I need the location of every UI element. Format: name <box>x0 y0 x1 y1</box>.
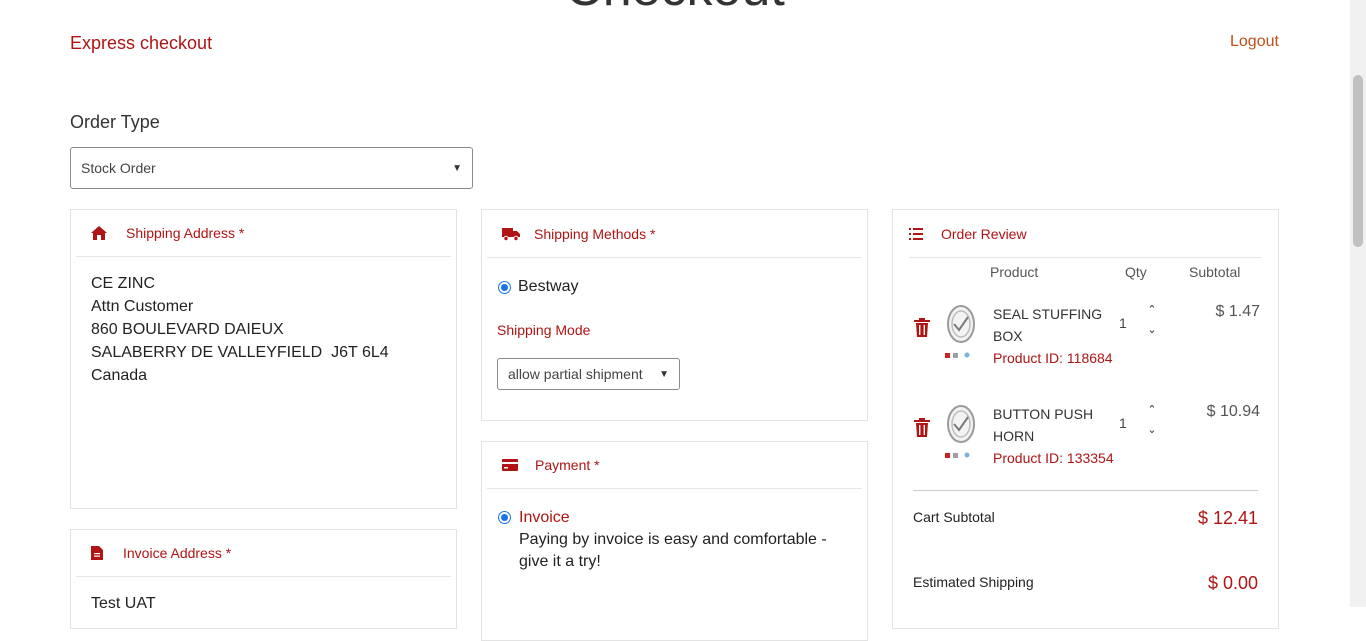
trash-icon[interactable] <box>914 318 930 338</box>
home-icon <box>91 225 109 241</box>
chevron-down-icon[interactable]: ⌄ <box>1146 323 1158 336</box>
payment-card: Payment * Invoice Paying by invoice is e… <box>481 441 868 641</box>
quantity-value: 1 <box>1119 315 1127 331</box>
shipping-option-bestway[interactable]: Bestway <box>498 278 578 296</box>
invoice-address-header: Invoice Address * <box>76 530 451 577</box>
column-header-product: Product <box>990 264 1039 280</box>
address-line: Attn Customer <box>91 298 194 315</box>
shipping-address-lines: CE ZINC Attn Customer 860 BOULEVARD DAIE… <box>91 272 389 387</box>
shipping-address-header: Shipping Address * <box>76 210 451 257</box>
list-icon <box>909 228 923 240</box>
list-item: BUTTON PUSH HORN Product ID: 133354 1 ⌃ … <box>893 403 1280 483</box>
estimated-shipping-label: Estimated Shipping <box>913 574 1034 590</box>
shipping-methods-header: Shipping Methods * <box>487 210 862 258</box>
invoice-address-title: Invoice Address * <box>123 545 232 561</box>
document-icon <box>91 545 109 561</box>
product-id: Product ID: 118684 <box>993 350 1113 366</box>
trash-icon[interactable] <box>914 418 930 438</box>
chevron-up-icon[interactable]: ⌃ <box>1146 403 1158 416</box>
list-item: SEAL STUFFING BOX Product ID: 118684 1 ⌃… <box>893 303 1280 383</box>
quantity-value: 1 <box>1119 415 1127 431</box>
page-title: Checkout <box>0 0 1350 14</box>
shipping-mode-select[interactable]: allow partial shipment ▼ <box>497 358 680 390</box>
credit-card-icon <box>502 457 520 473</box>
product-name: BUTTON PUSH HORN <box>993 406 1094 444</box>
invoice-address-card: Invoice Address * Test UAT <box>70 529 457 629</box>
chevron-down-icon: ▼ <box>452 162 462 174</box>
chevron-up-icon[interactable]: ⌃ <box>1146 303 1158 316</box>
item-subtotal: $ 1.47 <box>1215 303 1260 320</box>
cart-subtotal-value: $ 12.41 <box>1197 508 1258 528</box>
shipping-address-card: Shipping Address * CE ZINC Attn Customer… <box>70 209 457 509</box>
address-line: CE ZINC <box>91 275 155 292</box>
column-header-qty: Qty <box>1125 264 1147 280</box>
truck-icon <box>502 226 520 242</box>
invoice-address-lines: Test UAT <box>91 592 156 615</box>
product-name: SEAL STUFFING BOX <box>993 306 1103 344</box>
chevron-down-icon: ▼ <box>659 368 669 380</box>
order-review-card: Order Review Product Qty Subtotal SEAL S… <box>892 209 1279 629</box>
payment-title: Payment * <box>535 457 600 473</box>
express-checkout-heading: Express checkout <box>70 33 213 53</box>
order-type-value: Stock Order <box>81 160 156 176</box>
shipping-methods-card: Shipping Methods * Bestway Shipping Mode… <box>481 209 868 421</box>
page-scrollbar[interactable] <box>1350 0 1366 607</box>
order-type-select[interactable]: Stock Order ▼ <box>70 147 473 189</box>
order-review-header: Order Review <box>909 226 1027 242</box>
radio-selected-icon[interactable] <box>498 280 511 294</box>
payment-header: Payment * <box>487 442 862 489</box>
divider <box>909 257 1262 258</box>
payment-description: Paying by invoice is easy and comfortabl… <box>519 531 827 570</box>
estimated-shipping-value: $ 0.00 <box>1207 573 1258 593</box>
chevron-down-icon[interactable]: ⌄ <box>1146 423 1158 436</box>
address-line: Canada <box>91 367 148 384</box>
radio-selected-icon[interactable] <box>498 511 511 524</box>
address-line: 860 BOULEVARD DAIEUX <box>91 321 284 338</box>
divider <box>913 490 1258 491</box>
logout-link[interactable]: Logout <box>1230 33 1279 51</box>
column-header-subtotal: Subtotal <box>1189 264 1241 280</box>
order-review-title: Order Review <box>941 226 1027 242</box>
product-id: Product ID: 133354 <box>993 450 1114 466</box>
cart-subtotal-label: Cart Subtotal <box>913 509 995 525</box>
shipping-mode-label: Shipping Mode <box>497 322 591 338</box>
item-subtotal: $ 10.94 <box>1206 403 1260 420</box>
shipping-option-label: Bestway <box>518 278 579 295</box>
order-type-label: Order Type <box>70 112 160 132</box>
shipping-mode-value: allow partial shipment <box>508 366 643 382</box>
product-thumbnail <box>943 403 979 459</box>
address-line: Test UAT <box>91 595 156 612</box>
payment-option-label: Invoice <box>519 509 570 526</box>
scrollbar-thumb[interactable] <box>1353 75 1363 247</box>
shipping-address-title: Shipping Address * <box>126 225 245 241</box>
address-line: SALABERRY DE VALLEYFIELD J6T 6L4 <box>91 344 389 361</box>
shipping-methods-title: Shipping Methods * <box>534 225 656 242</box>
product-thumbnail <box>943 303 979 359</box>
